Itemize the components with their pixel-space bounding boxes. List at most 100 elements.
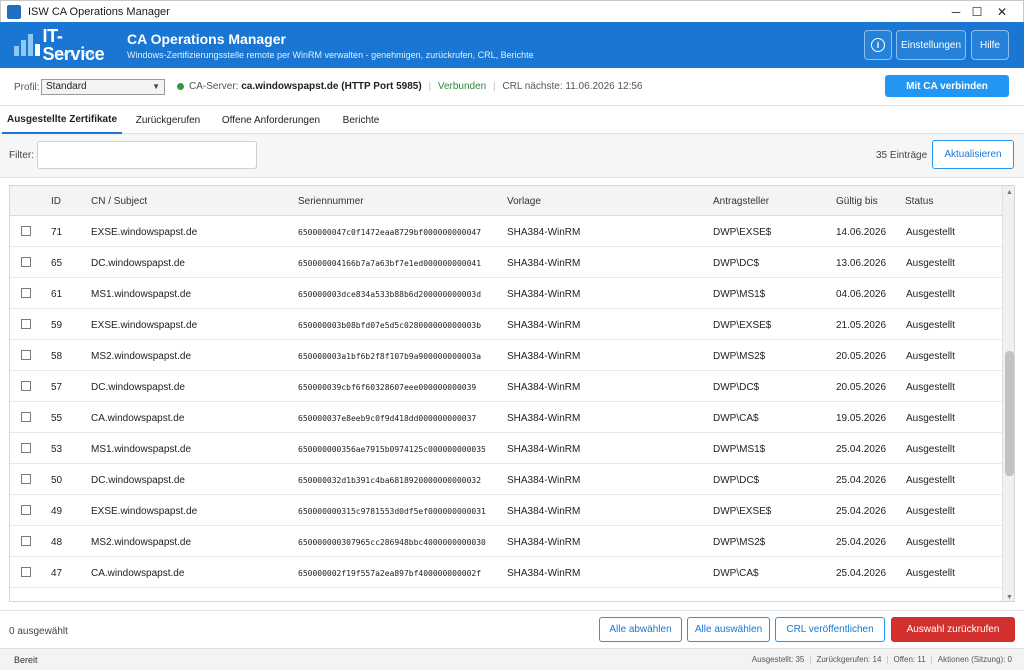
row-checkbox[interactable] [21, 443, 31, 453]
cell-template: SHA384-WinRM [507, 382, 581, 393]
table-row[interactable]: 58 MS2.windowspapst.de 650000003a1bf6b2f8f… [10, 340, 1002, 371]
cell-status: Ausgestellt [906, 444, 955, 455]
publish-crl-button[interactable]: CRL veröffentlichen [775, 617, 885, 642]
cell-requester: DWP\DC$ [713, 258, 760, 269]
cell-requester: DWP\MS2$ [713, 537, 766, 548]
cell-id: 61 [51, 289, 63, 300]
status-bar: Bereit Ausgestellt: 35 | Zurückgerufen: 14… [0, 648, 1024, 670]
cell-requester: DWP\EXSE$ [713, 320, 772, 331]
cell-template: SHA384-WinRM [507, 506, 581, 517]
row-checkbox[interactable] [21, 474, 31, 484]
cell-valid-to: 25.04.2026 [836, 568, 887, 579]
row-checkbox[interactable] [21, 288, 31, 298]
row-checkbox[interactable] [21, 226, 31, 236]
table-row[interactable]: 53 MS1.windowspapst.de 650000000356ae7915b… [10, 433, 1002, 464]
cell-template: SHA384-WinRM [507, 351, 581, 362]
select-all-button[interactable]: Alle auswählen [687, 617, 770, 642]
row-checkbox[interactable] [21, 412, 31, 422]
cell-status: Ausgestellt [906, 382, 955, 393]
table-row[interactable]: 49 EXSE.windowspapst.de 650000000315c97815… [10, 495, 1002, 526]
cell-valid-to: 25.04.2026 [836, 475, 887, 486]
cell-valid-to: 04.06.2026 [836, 289, 887, 300]
ca-server-label: CA-Server: [189, 81, 239, 92]
cell-id: 50 [51, 475, 63, 486]
certificate-table: ID CN / Subject Seriennummer Vorlage Ant… [9, 185, 1015, 602]
table-row[interactable]: 65 DC.windowspapst.de 650000004166b7a7a63b… [10, 247, 1002, 278]
app-title: CA Operations Manager [127, 31, 286, 47]
cell-valid-to: 19.05.2026 [836, 413, 887, 424]
cell-serial: 650000003b08bfd07e5d5c028000000000003b [298, 321, 482, 330]
cell-id: 55 [51, 413, 63, 424]
table-row[interactable]: 47 CA.windowspapst.de 650000002f19f557a2ea… [10, 557, 1002, 588]
tab-reports[interactable]: Berichte [336, 107, 386, 134]
cell-requester: DWP\MS2$ [713, 351, 766, 362]
table-row[interactable]: 48 MS2.windowspapst.de 650000000307965cc28… [10, 526, 1002, 557]
column-header-serial[interactable]: Seriennummer [298, 196, 364, 207]
help-button[interactable]: Hilfe [971, 30, 1009, 60]
cell-valid-to: 25.04.2026 [836, 444, 887, 455]
status-text: Bereit [14, 655, 38, 665]
cell-serial: 650000003dce834a533b88b6d200000000003d [298, 290, 482, 299]
table-row[interactable]: 61 MS1.windowspapst.de 650000003dce834a533… [10, 278, 1002, 309]
cell-cn: MS1.windowspapst.de [91, 444, 192, 455]
table-scrollbar[interactable]: ▲ ▼ [1002, 186, 1014, 601]
profile-bar: Profil: Standard ▼ CA-Server: ca.windows… [0, 68, 1024, 106]
row-checkbox[interactable] [21, 536, 31, 546]
table-row[interactable]: 55 CA.windowspapst.de 650000037e8eeb9c0f9d… [10, 402, 1002, 433]
session-actions-counter: Aktionen (Sitzung): 0 [937, 655, 1012, 664]
app-header: IT-Service WALTER CA Operations Manager … [0, 22, 1024, 68]
close-button[interactable]: ✕ [979, 1, 1024, 23]
row-checkbox[interactable] [21, 257, 31, 267]
company-logo: IT-Service WALTER [13, 27, 117, 63]
column-header-requester[interactable]: Antragsteller [713, 196, 769, 207]
connect-ca-button[interactable]: Mit CA verbinden [885, 75, 1009, 97]
column-header-valid-to[interactable]: Gültig bis [836, 196, 878, 207]
logo-subtext: WALTER [55, 52, 98, 58]
column-header-id[interactable]: ID [51, 196, 61, 207]
refresh-button[interactable]: Aktualisieren [932, 140, 1014, 169]
table-row[interactable]: 50 DC.windowspapst.de 650000032d1b391c4ba6… [10, 464, 1002, 495]
window-title: ISW CA Operations Manager [28, 5, 170, 18]
table-row[interactable]: 59 EXSE.windowspapst.de 650000003b08bfd07e… [10, 309, 1002, 340]
ca-server-name: ca.windowspapst.de [241, 81, 339, 92]
cell-template: SHA384-WinRM [507, 475, 581, 486]
cell-cn: MS1.windowspapst.de [91, 289, 192, 300]
cell-status: Ausgestellt [906, 258, 955, 269]
row-checkbox[interactable] [21, 319, 31, 329]
profile-select[interactable]: Standard ▼ [41, 79, 165, 95]
deselect-all-button[interactable]: Alle abwählen [599, 617, 682, 642]
row-checkbox[interactable] [21, 350, 31, 360]
cell-template: SHA384-WinRM [507, 568, 581, 579]
cell-valid-to: 13.06.2026 [836, 258, 887, 269]
table-row[interactable]: 71 EXSE.windowspapst.de 6500000047c0f1472e… [10, 216, 1002, 247]
column-header-status[interactable]: Status [905, 196, 933, 207]
revoke-selection-button[interactable]: Auswahl zurückrufen [891, 617, 1015, 642]
tab-issued-certificates[interactable]: Ausgestellte Zertifikate [2, 107, 122, 134]
filter-label: Filter: [9, 150, 34, 161]
cell-requester: DWP\EXSE$ [713, 506, 772, 517]
tab-pending-requests[interactable]: Offene Anforderungen [214, 107, 328, 134]
cell-cn: EXSE.windowspapst.de [91, 320, 198, 331]
column-header-template[interactable]: Vorlage [507, 196, 541, 207]
cell-serial: 6500000047c0f1472eaa8729bf000000000047 [298, 228, 482, 237]
settings-button[interactable]: Einstellungen [896, 30, 966, 60]
scrollbar-thumb[interactable] [1005, 351, 1014, 476]
cell-requester: DWP\CA$ [713, 568, 759, 579]
table-row[interactable]: 57 DC.windowspapst.de 650000039cbf6f603286… [10, 371, 1002, 402]
scroll-down-icon[interactable]: ▼ [1003, 591, 1014, 601]
info-button[interactable]: i [864, 30, 892, 60]
cell-template: SHA384-WinRM [507, 258, 581, 269]
scroll-up-icon[interactable]: ▲ [1003, 186, 1014, 198]
connection-status-icon [177, 83, 184, 90]
cell-requester: DWP\DC$ [713, 382, 760, 393]
row-checkbox[interactable] [21, 567, 31, 577]
filter-input[interactable] [37, 141, 257, 169]
cell-requester: DWP\MS1$ [713, 444, 766, 455]
cell-valid-to: 25.04.2026 [836, 537, 887, 548]
column-header-cn[interactable]: CN / Subject [91, 196, 147, 207]
tab-revoked[interactable]: Zurückgerufen [130, 107, 206, 134]
cell-template: SHA384-WinRM [507, 227, 581, 238]
row-checkbox[interactable] [21, 505, 31, 515]
cell-cn: CA.windowspapst.de [91, 413, 185, 424]
row-checkbox[interactable] [21, 381, 31, 391]
